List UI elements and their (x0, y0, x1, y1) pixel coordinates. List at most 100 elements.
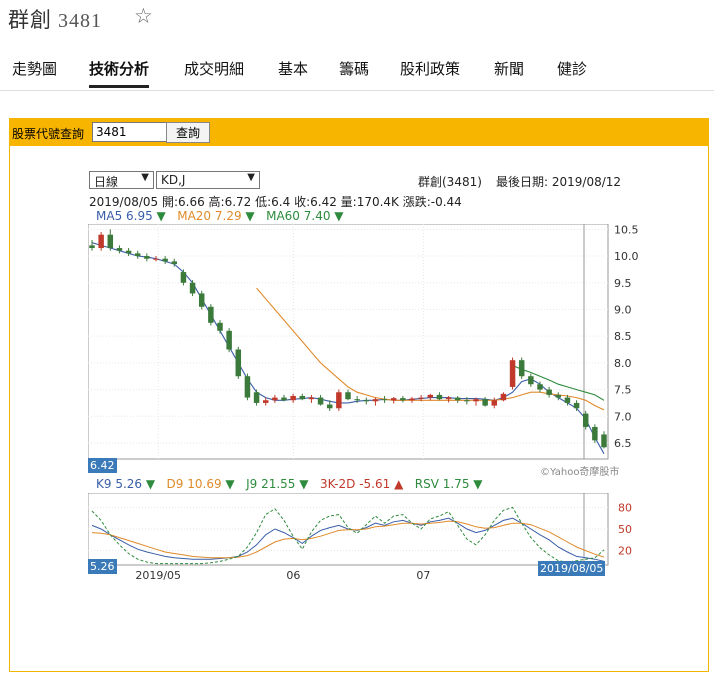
kd-tick-label: 20 (618, 545, 632, 558)
ma-legend: MA5 6.95 ▼ MA20 7.29 ▼ MA60 7.40 ▼ (96, 209, 344, 223)
ma20-label: MA20 7.29 (177, 209, 242, 223)
candle (299, 395, 306, 400)
tab-diagnosis[interactable]: 健診 (557, 58, 587, 88)
candle (244, 376, 251, 398)
candle (308, 397, 315, 400)
candle (601, 434, 607, 448)
candle (107, 234, 114, 249)
kd-legend: K9 5.26 ▼ D9 10.69 ▼ J9 21.55 ▼ 3K-2D -5… (96, 477, 483, 491)
candle (427, 394, 434, 398)
chevron-down-icon: ▼ (141, 172, 149, 183)
candle (171, 261, 178, 265)
candle (400, 398, 406, 401)
candle (528, 376, 534, 385)
candle (436, 394, 443, 400)
3k2d-label: 3K-2D -5.61 (319, 477, 391, 491)
date-badge: 2019/08/05 (538, 561, 606, 576)
kd-tick-label: 50 (618, 523, 632, 536)
kd-tick-label: 80 (618, 501, 632, 514)
y-tick-label: 7.0 (614, 410, 632, 423)
candle (464, 400, 470, 402)
candle (381, 399, 388, 401)
tab-trend[interactable]: 走勢圖 (12, 58, 57, 88)
series-line-ma5 (91, 242, 605, 454)
x-tick-label: 2019/05 (135, 569, 181, 582)
candle (418, 397, 424, 399)
candle (281, 397, 287, 401)
candle (89, 245, 95, 249)
candle (162, 258, 168, 262)
period-select[interactable]: 日線 ▼ (89, 171, 154, 189)
y-tick-label: 9.0 (614, 303, 632, 316)
watermark: ©Yahoo奇摩股市 (540, 467, 620, 478)
tab-news[interactable]: 新聞 (494, 58, 524, 88)
candle (198, 293, 205, 307)
y-tick-label: 7.5 (614, 384, 632, 397)
candle (500, 393, 507, 401)
tab-chips[interactable]: 籌碼 (339, 58, 369, 88)
candle (546, 389, 552, 395)
query-button[interactable]: 查詢 (166, 122, 210, 143)
candle (573, 402, 580, 409)
query-label: 股票代號查詢 (12, 127, 85, 141)
chevron-down-icon: ▼ (247, 172, 255, 183)
kd-badge: 5.26 (88, 559, 117, 574)
down-arrow-icon: ▼ (152, 209, 170, 223)
candle (290, 395, 296, 401)
stock-code-input[interactable] (92, 122, 168, 142)
tab-dividend[interactable]: 股利政策 (400, 58, 460, 88)
y-tick-label: 9.5 (614, 277, 632, 290)
candle (354, 399, 360, 401)
candle (518, 360, 525, 377)
candle (363, 400, 370, 402)
candlestick-chart[interactable]: 10.5 10.0 9.5 9.0 8.5 8.0 7.5 7.0 6.5 (88, 224, 708, 479)
tab-transactions[interactable]: 成交明細 (184, 58, 244, 88)
y-tick-label: 8.0 (614, 357, 632, 370)
candle (153, 258, 159, 260)
j9-label: J9 21.55 (246, 477, 296, 491)
stock-name: 群創 (8, 8, 52, 32)
down-arrow-icon: ▼ (241, 209, 259, 223)
k9-label: K9 5.26 (96, 477, 143, 491)
y-tick-label: 10.0 (614, 250, 639, 263)
x-tick-label: 07 (416, 569, 430, 582)
stock-code: 3481 (58, 10, 102, 32)
candle (253, 392, 260, 403)
candle (445, 397, 452, 400)
candle (564, 397, 571, 403)
tab-technical[interactable]: 技術分析 (89, 58, 150, 88)
candle (592, 426, 598, 441)
kd-line-k9 (91, 517, 605, 562)
candle (180, 272, 187, 283)
chart-panel: 股票代號查詢 查詢 日線▼ KD,J▼ 群創(3481) 最後日期: 2019/… (9, 118, 709, 672)
query-bar: 股票代號查詢 查詢 (10, 119, 708, 146)
candle (454, 397, 461, 401)
ma60-label: MA60 7.40 (266, 209, 331, 223)
tab-basic[interactable]: 基本 (278, 58, 308, 88)
y-tick-label: 6.5 (614, 437, 632, 450)
candle (235, 349, 242, 377)
candle (491, 400, 498, 406)
kd-line-j9 (91, 506, 605, 565)
candle (317, 397, 324, 405)
y-tick-label: 10.5 (614, 224, 639, 236)
candle (390, 398, 397, 401)
candle (217, 322, 223, 331)
series-line-ma20 (256, 287, 605, 411)
candle (226, 330, 232, 350)
candle (473, 399, 479, 402)
candle (345, 392, 351, 400)
candle (208, 306, 214, 323)
nav-tabs: 走勢圖 技術分析 成交明細 基本 籌碼 股利政策 新聞 健診 (0, 54, 714, 91)
star-icon[interactable]: ☆ (134, 4, 153, 28)
candle (482, 399, 488, 406)
candle (189, 282, 196, 294)
indicator-select[interactable]: KD,J ▼ (156, 171, 260, 189)
ma5-label: MA5 6.95 (96, 209, 153, 223)
up-arrow-icon: ▲ (390, 477, 408, 491)
candle (555, 394, 562, 398)
kd-chart[interactable]: 80 50 20 2019/05 06 07 (88, 493, 708, 583)
candle (134, 253, 141, 257)
stock-label: 群創(3481) (418, 175, 482, 189)
candle (272, 397, 278, 401)
